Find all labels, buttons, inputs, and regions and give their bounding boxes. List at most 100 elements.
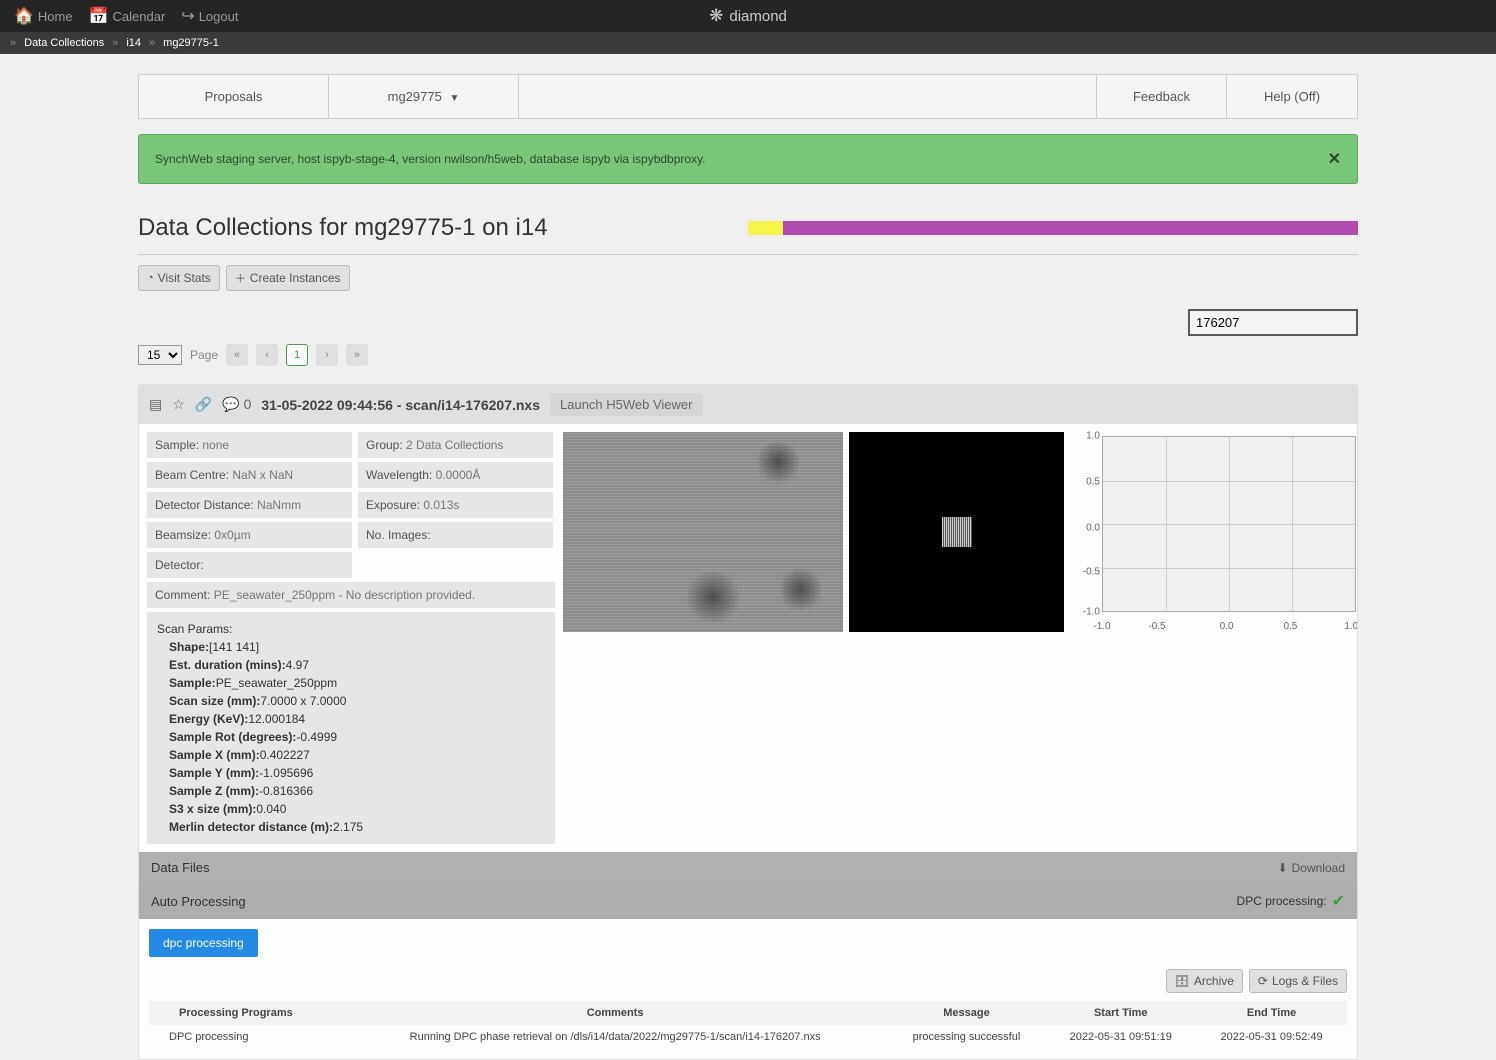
home-icon: 🏠 xyxy=(14,6,34,26)
no-images-field: No. Images: xyxy=(358,522,553,548)
scan-preview-image[interactable] xyxy=(563,432,843,632)
scatter-plot[interactable]: 1.0 0.5 0.0 -0.5 -1.0 -1.0 -0.5 0.0 0.5 … xyxy=(1070,432,1358,632)
proposal-tabs: Proposals mg29775 ▼ Feedback Help (Off) xyxy=(138,74,1358,119)
nav-home[interactable]: 🏠 Home xyxy=(6,0,81,32)
th-comments: Comments xyxy=(343,1001,888,1025)
plus-icon: ＋ xyxy=(235,270,246,286)
launch-h5web-button[interactable]: Launch H5Web Viewer xyxy=(550,393,703,416)
scan-param-line: Scan size (mm):7.0000 x 7.0000 xyxy=(157,692,545,710)
logs-files-button[interactable]: ⟳ Logs & Files xyxy=(1249,969,1347,993)
breadcrumb-item[interactable]: i14 xyxy=(126,37,141,49)
scan-param-line: Merlin detector distance (m):2.175 xyxy=(157,818,545,836)
scan-param-line: Shape:[141 141] xyxy=(157,638,545,656)
breadcrumb-sep: » xyxy=(149,37,155,49)
staging-banner: SynchWeb staging server, host ispyb-stag… xyxy=(138,134,1358,184)
table-row[interactable]: DPC processing Running DPC phase retriev… xyxy=(149,1025,1347,1049)
data-collection-card: ▤ ☆ 🔗 💬 0 31-05-2022 09:44:56 - scan/i14… xyxy=(138,384,1358,1060)
star-icon[interactable]: ☆ xyxy=(172,396,185,413)
detector-field: Detector: xyxy=(147,552,352,578)
diamond-logo-icon: ❋ xyxy=(709,6,723,26)
breadcrumb-sep: » xyxy=(112,37,118,49)
tab-spacer xyxy=(519,75,1097,118)
scan-param-line: S3 x size (mm):0.040 xyxy=(157,800,545,818)
th-message: Message xyxy=(888,1001,1046,1025)
page-title: Data Collections for mg29775-1 on i14 xyxy=(138,214,548,242)
pager-last-button[interactable]: » xyxy=(346,344,368,366)
comment-field: Comment: PE_seawater_250ppm - No descrip… xyxy=(147,582,555,608)
sample-field: Sample: none xyxy=(147,432,352,458)
beamsize-field: Beamsize: 0x0µm xyxy=(147,522,352,548)
brand-label: diamond xyxy=(729,8,787,25)
book-icon[interactable]: ▤ xyxy=(149,396,162,413)
banner-text: SynchWeb staging server, host ispyb-stag… xyxy=(155,152,706,166)
pie-chart-icon: ◔ xyxy=(147,272,154,284)
close-icon[interactable]: ✕ xyxy=(1328,149,1341,169)
exposure-field: Exposure: 0.013s xyxy=(358,492,553,518)
th-programs: Processing Programs xyxy=(149,1001,343,1025)
download-icon: ⬇ xyxy=(1278,861,1288,875)
download-button[interactable]: ⬇ Download xyxy=(1278,861,1345,875)
ap-status: DPC processing: ✔ xyxy=(1237,891,1345,911)
refresh-icon: ⟳ xyxy=(1258,974,1268,988)
th-start: Start Time xyxy=(1045,1001,1196,1025)
scan-param-line: Sample Z (mm):-0.816366 xyxy=(157,782,545,800)
scan-params: Scan Params: Shape:[141 141]Est. duratio… xyxy=(147,612,555,844)
scan-param-line: Sample X (mm):0.402227 xyxy=(157,746,545,764)
scan-param-line: Energy (KeV):12.000184 xyxy=(157,710,545,728)
progress-segment-purple xyxy=(783,221,1358,235)
data-files-title: Data Files xyxy=(151,860,210,875)
scan-param-line: Est. duration (mins):4.97 xyxy=(157,656,545,674)
wavelength-field: Wavelength: 0.0000Å xyxy=(358,462,553,488)
tab-help[interactable]: Help (Off) xyxy=(1227,75,1357,118)
breadcrumb-item[interactable]: Data Collections xyxy=(24,37,104,49)
comment-icon[interactable]: 💬 0 xyxy=(222,396,251,413)
nav-logout-label: Logout xyxy=(199,9,239,24)
top-navbar: 🏠 Home 📅 Calendar ↪ Logout ❋ diamond xyxy=(0,0,1496,32)
progress-segment-yellow xyxy=(748,221,783,235)
nav-calendar[interactable]: 📅 Calendar xyxy=(81,0,174,32)
page-size-select[interactable]: 15 xyxy=(138,345,182,365)
archive-icon: 🗄 xyxy=(1175,974,1190,988)
auto-processing-bar[interactable]: Auto Processing DPC processing: ✔ xyxy=(139,883,1357,919)
archive-button[interactable]: 🗄 Archive xyxy=(1166,969,1243,993)
tab-proposals[interactable]: Proposals xyxy=(139,75,329,118)
calendar-icon: 📅 xyxy=(89,6,109,26)
logout-icon: ↪ xyxy=(181,6,194,26)
data-files-bar[interactable]: Data Files ⬇ Download xyxy=(139,852,1357,883)
link-icon[interactable]: 🔗 xyxy=(195,396,212,413)
nav-logout[interactable]: ↪ Logout xyxy=(173,0,246,32)
breadcrumb-item[interactable]: mg29775-1 xyxy=(163,37,219,49)
dc-title: 31-05-2022 09:44:56 - scan/i14-176207.nx… xyxy=(261,397,540,413)
nav-calendar-label: Calendar xyxy=(113,9,166,24)
processing-table: Processing Programs Comments Message Sta… xyxy=(149,1001,1347,1049)
page-label: Page xyxy=(190,348,218,362)
detector-distance-field: Detector Distance: NaNmm xyxy=(147,492,352,518)
check-icon: ✔ xyxy=(1332,891,1345,911)
pager-first-button[interactable]: « xyxy=(226,344,248,366)
visit-progress-bar xyxy=(748,221,1358,235)
scan-params-header: Scan Params: xyxy=(157,620,545,638)
brand: ❋ diamond xyxy=(709,6,787,26)
pagination: 15 Page « ‹ 1 › » xyxy=(138,344,1358,366)
pager-page-button[interactable]: 1 xyxy=(286,344,308,366)
tab-feedback[interactable]: Feedback xyxy=(1097,75,1227,118)
auto-processing-title: Auto Processing xyxy=(151,894,246,909)
detector-image[interactable] xyxy=(849,432,1064,632)
nav-home-label: Home xyxy=(38,9,73,24)
tab-proposal-code[interactable]: mg29775 ▼ xyxy=(329,75,519,118)
dc-header: ▤ ☆ 🔗 💬 0 31-05-2022 09:44:56 - scan/i14… xyxy=(139,385,1357,424)
chevron-down-icon: ▼ xyxy=(449,93,459,104)
breadcrumb: » Data Collections » i14 » mg29775-1 xyxy=(0,32,1496,54)
breadcrumb-sep: » xyxy=(10,37,16,49)
pager-next-button[interactable]: › xyxy=(316,344,338,366)
divider xyxy=(138,254,1358,255)
th-end: End Time xyxy=(1196,1001,1347,1025)
search-input[interactable] xyxy=(1188,309,1358,336)
create-instances-button[interactable]: ＋ Create Instances xyxy=(226,265,350,291)
visit-stats-button[interactable]: ◔ Visit Stats xyxy=(138,265,220,291)
pager-prev-button[interactable]: ‹ xyxy=(256,344,278,366)
tab-dpc-processing[interactable]: dpc processing xyxy=(149,929,258,957)
beam-centre-field: Beam Centre: NaN x NaN xyxy=(147,462,352,488)
scan-param-line: Sample:PE_seawater_250ppm xyxy=(157,674,545,692)
toolbar: ◔ Visit Stats ＋ Create Instances xyxy=(138,265,1358,291)
